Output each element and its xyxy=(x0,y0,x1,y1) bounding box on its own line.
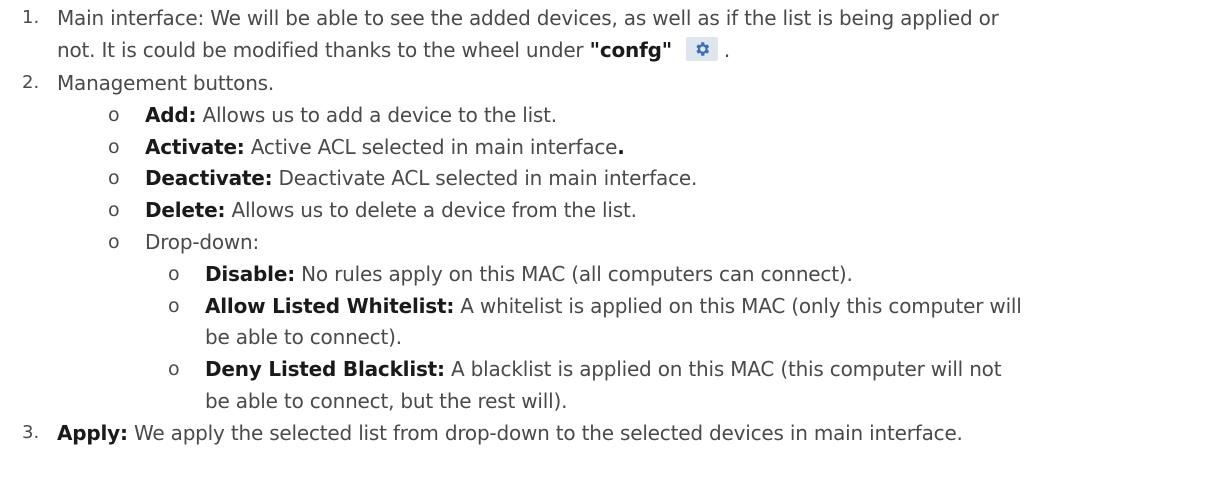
bullet-activate-text: Active ACL selected in main interface xyxy=(244,135,618,159)
confg-label: "confg" xyxy=(589,38,672,62)
sub-bullet-marker: o xyxy=(168,263,180,285)
bullet-add-text: Allows us to add a device to the list. xyxy=(196,103,557,127)
bullet-delete-text: Allows us to delete a device from the li… xyxy=(225,198,637,222)
gear-icon xyxy=(685,37,718,61)
bullet-activate: Activate: Active ACL selected in main in… xyxy=(145,133,625,161)
sub-bullet-blacklist-label: Deny Listed Blacklist: xyxy=(205,357,445,381)
item-1-line-1: Main interface: We will be able to see t… xyxy=(57,6,999,30)
item-number-1: 1. xyxy=(22,7,40,28)
item-1-line-2: not. It is could be modified thanks to t… xyxy=(57,36,730,64)
bullet-delete: Delete: Allows us to delete a device fro… xyxy=(145,196,637,224)
sub-bullet-marker: o xyxy=(168,295,180,317)
bullet-deactivate-text: Deactivate ACL selected in main interfac… xyxy=(272,166,698,190)
sub-bullet-blacklist: Deny Listed Blacklist: A blacklist is ap… xyxy=(205,355,1002,383)
sub-bullet-whitelist-text: A whitelist is applied on this MAC (only… xyxy=(454,294,1022,318)
bullet-marker: o xyxy=(108,104,120,126)
sub-bullet-marker: o xyxy=(168,358,180,380)
item-3-text: Apply: We apply the selected list from d… xyxy=(57,419,963,447)
bullet-activate-period: . xyxy=(617,135,625,159)
bullet-marker: o xyxy=(108,136,120,158)
bullet-activate-label: Activate: xyxy=(145,135,245,159)
item-1-line-2-text: not. It is could be modified thanks to t… xyxy=(57,38,590,62)
sub-bullet-whitelist-cont: be able to connect). xyxy=(205,325,402,349)
bullet-add: Add: Allows us to add a device to the li… xyxy=(145,101,557,129)
sub-bullet-disable: Disable: No rules apply on this MAC (all… xyxy=(205,260,853,288)
bullet-delete-label: Delete: xyxy=(145,198,226,222)
item-number-2: 2. xyxy=(22,72,40,93)
bullet-marker: o xyxy=(108,199,120,221)
sub-bullet-blacklist-text: A blacklist is applied on this MAC (this… xyxy=(444,357,1002,381)
bullet-marker: o xyxy=(108,231,120,253)
sub-bullet-blacklist-cont: be able to connect, but the rest will). xyxy=(205,389,568,413)
bullet-add-label: Add: xyxy=(145,103,197,127)
item-3-body: We apply the selected list from drop-dow… xyxy=(127,421,963,445)
item-2-text: Management buttons. xyxy=(57,71,275,95)
bullet-deactivate: Deactivate: Deactivate ACL selected in m… xyxy=(145,164,697,192)
document: 1. Main interface: We will be able to se… xyxy=(0,0,1220,480)
bullet-marker: o xyxy=(108,167,120,189)
item-1-line-2-end: . xyxy=(723,38,731,62)
item-3-label: Apply: xyxy=(57,421,128,445)
sub-bullet-disable-label: Disable: xyxy=(205,262,295,286)
sub-bullet-disable-text: No rules apply on this MAC (all computer… xyxy=(295,262,853,286)
bullet-deactivate-label: Deactivate: xyxy=(145,166,273,190)
sub-bullet-whitelist: Allow Listed Whitelist: A whitelist is a… xyxy=(205,292,1022,320)
item-number-3: 3. xyxy=(22,422,40,443)
sub-bullet-whitelist-label: Allow Listed Whitelist: xyxy=(205,294,455,318)
bullet-dropdown: Drop-down: xyxy=(145,230,260,254)
